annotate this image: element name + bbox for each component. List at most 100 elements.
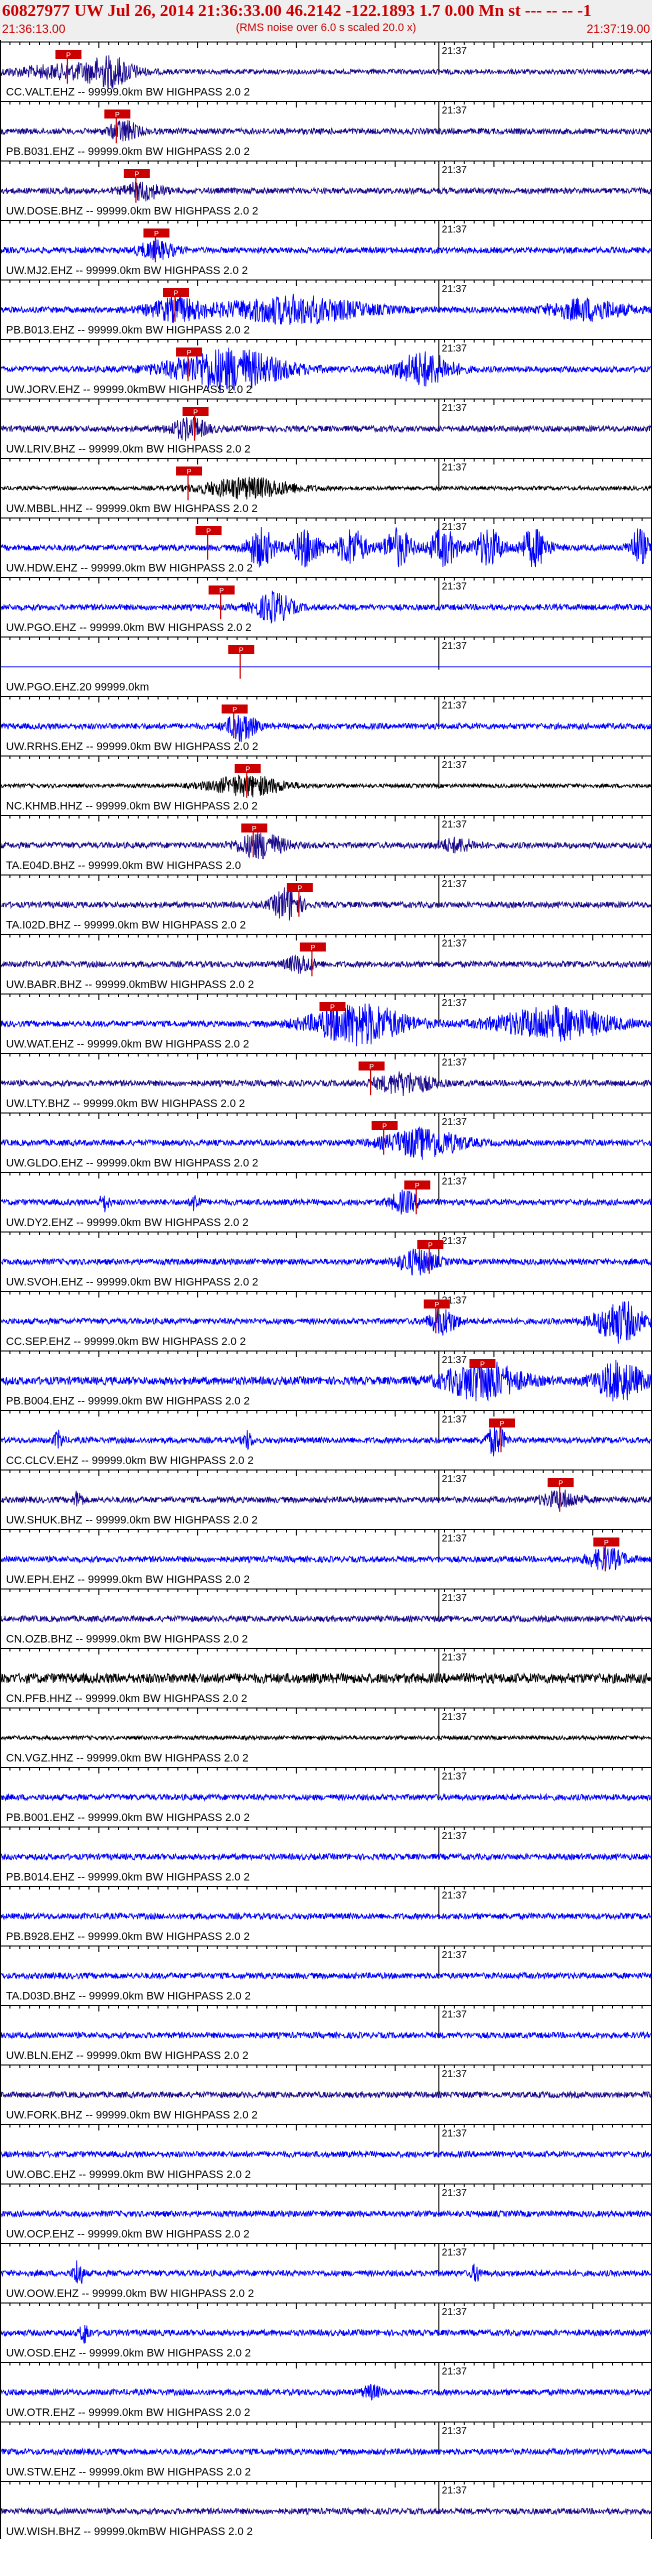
minute-label: 21:37 xyxy=(442,1058,467,1069)
time-ticks xyxy=(0,815,652,822)
time-ticks xyxy=(0,2243,652,2250)
channel-label: UW.DY2.EHZ -- 99999.0km BW HIGHPASS 2.0 … xyxy=(6,1217,248,1229)
channel-label: UW.OTR.EHZ -- 99999.0km BW HIGHPASS 2.0 … xyxy=(6,2407,250,2419)
minute-label: 21:37 xyxy=(442,1772,467,1783)
waveform xyxy=(0,2324,652,2344)
channel-label: UW.JORV.EHZ -- 99999.0kmBW HIGHPASS 2.0 … xyxy=(6,384,252,396)
channel-label: UW.OBC.EHZ -- 99999.0km BW HIGHPASS 2.0 … xyxy=(6,2169,251,2181)
channel-label: UW.OCP.EHZ -- 99999.0km BW HIGHPASS 2.0 … xyxy=(6,2229,250,2241)
channel-label: UW.DOSE.BHZ -- 99999.0km BW HIGHPASS 2.0… xyxy=(6,206,258,218)
minute-label: 21:37 xyxy=(442,998,467,1009)
minute-label: 21:37 xyxy=(442,106,467,117)
channel-label: UW.WAT.EHZ -- 99999.0km BW HIGHPASS 2.0 … xyxy=(6,1039,249,1051)
channel-label: CN.VGZ.HHZ -- 99999.0km BW HIGHPASS 2.0 … xyxy=(6,1753,248,1765)
time-ticks xyxy=(0,1886,652,1893)
minute-label: 21:37 xyxy=(442,1355,467,1366)
time-ticks xyxy=(0,1767,652,1774)
minute-label: 21:37 xyxy=(442,1236,467,1247)
minute-label: 21:37 xyxy=(442,1712,467,1723)
time-ticks xyxy=(0,1410,652,1417)
waveform xyxy=(0,831,652,860)
channel-label: UW.LRIV.BHZ -- 99999.0km BW HIGHPASS 2.0… xyxy=(6,444,251,456)
rms-note: (RMS noise over 6.0 s scaled 20.0 x) xyxy=(235,22,417,34)
waveform xyxy=(0,1614,652,1624)
time-ticks xyxy=(0,339,652,346)
minute-label: 21:37 xyxy=(442,46,467,57)
channel-label: UW.OSD.EHZ -- 99999.0km BW HIGHPASS 2.0 … xyxy=(6,2348,251,2360)
time-ticks xyxy=(0,696,652,703)
time-ticks xyxy=(0,875,652,881)
waveform xyxy=(0,2090,652,2100)
waveform xyxy=(0,1672,652,1685)
waveform xyxy=(0,2209,652,2219)
pick-label: P xyxy=(174,291,179,298)
pick-label: P xyxy=(434,1302,439,1309)
pick-label: P xyxy=(66,53,71,60)
channel-label: UW.EPH.EHZ -- 99999.0km BW HIGHPASS 2.0 … xyxy=(6,1574,250,1586)
channel-label: CC.SEP.EHZ -- 99999.0km BW HIGHPASS 2.0 … xyxy=(6,1336,246,1348)
channel-label: PB.B001.EHZ -- 99999.0km BW HIGHPASS 2.0… xyxy=(6,1812,250,1824)
minute-label: 21:37 xyxy=(442,2188,467,2199)
waveform xyxy=(0,417,652,442)
event-title: 60827977 UW Jul 26, 2014 21:36:33.00 46.… xyxy=(2,1,592,20)
time-ticks xyxy=(0,637,652,643)
time-ticks xyxy=(0,2481,652,2488)
pick-label: P xyxy=(206,529,211,536)
channel-label: UW.OOW.EHZ -- 99999.0km BW HIGHPASS 2.0 … xyxy=(6,2288,254,2300)
minute-label: 21:37 xyxy=(442,582,467,593)
pick-label: P xyxy=(604,1540,609,1547)
waveform xyxy=(0,1852,652,1862)
minute-label: 21:37 xyxy=(442,1593,467,1604)
pick-label: P xyxy=(500,1421,505,1428)
time-ticks xyxy=(0,220,652,227)
record-header: 60827977 UW Jul 26, 2014 21:36:33.00 46.… xyxy=(0,0,652,40)
minute-label: 21:37 xyxy=(442,2426,467,2437)
pick-label: P xyxy=(298,886,303,893)
pick-label: P xyxy=(187,350,192,357)
time-ticks xyxy=(0,1291,652,1298)
time-ticks xyxy=(0,2184,652,2190)
channel-label: UW.BLN.EHZ -- 99999.0km BW HIGHPASS 2.0 … xyxy=(6,2050,248,2062)
waveform xyxy=(0,590,652,625)
seismogram-plot: 21:37 P CC.VALT.EHZ -- 99999.0km BW HIGHPA… xyxy=(0,40,652,2539)
waveform xyxy=(0,1425,652,1457)
pick-label: P xyxy=(311,945,316,952)
pick-label: P xyxy=(330,1005,335,1012)
channel-label: UW.SHUK.BHZ -- 99999.0km BW HIGHPASS 2.0… xyxy=(6,1515,258,1527)
waveform xyxy=(0,2149,652,2159)
pick-label: P xyxy=(369,1064,374,1071)
minute-label: 21:37 xyxy=(442,1831,467,1842)
time-ticks xyxy=(0,1648,652,1655)
pick-label: P xyxy=(245,767,250,774)
channel-label: PB.B031.EHZ -- 99999.0km BW HIGHPASS 2.0… xyxy=(6,146,250,158)
channel-label: UW.HDW.EHZ -- 99999.0km BW HIGHPASS 2.0 … xyxy=(6,563,253,575)
waveform xyxy=(0,1247,652,1276)
waveform xyxy=(0,2447,652,2457)
minute-label: 21:37 xyxy=(442,403,467,414)
minute-label: 21:37 xyxy=(442,225,467,236)
pick-label: P xyxy=(115,112,120,119)
time-ticks xyxy=(0,1470,652,1476)
minute-label: 21:37 xyxy=(442,522,467,533)
time-ticks xyxy=(0,518,652,524)
waveform xyxy=(0,1546,652,1571)
pick-label: P xyxy=(154,231,159,238)
time-ticks xyxy=(0,934,652,941)
minute-label: 21:37 xyxy=(442,1653,467,1664)
time-ticks xyxy=(0,2065,652,2071)
waveform xyxy=(0,2506,652,2516)
pick-label: P xyxy=(219,588,224,595)
waveform xyxy=(0,774,652,798)
minute-label: 21:37 xyxy=(442,939,467,950)
channel-label: PB.B014.EHZ -- 99999.0km BW HIGHPASS 2.0… xyxy=(6,1872,250,1884)
waveform xyxy=(0,181,652,202)
minute-label: 21:37 xyxy=(442,879,467,890)
minute-label: 21:37 xyxy=(442,165,467,176)
channel-label: UW.MBBL.HHZ -- 99999.0km BW HIGHPASS 2.0… xyxy=(6,503,258,515)
time-ticks xyxy=(0,994,652,1000)
waveform xyxy=(0,1189,652,1215)
channel-label: UW.MJ2.EHZ -- 99999.0km BW HIGHPASS 2.0 … xyxy=(6,265,248,277)
time-ticks xyxy=(0,101,652,108)
time-ticks xyxy=(0,1232,652,1238)
end-time: 21:37:19.00 xyxy=(586,22,650,36)
